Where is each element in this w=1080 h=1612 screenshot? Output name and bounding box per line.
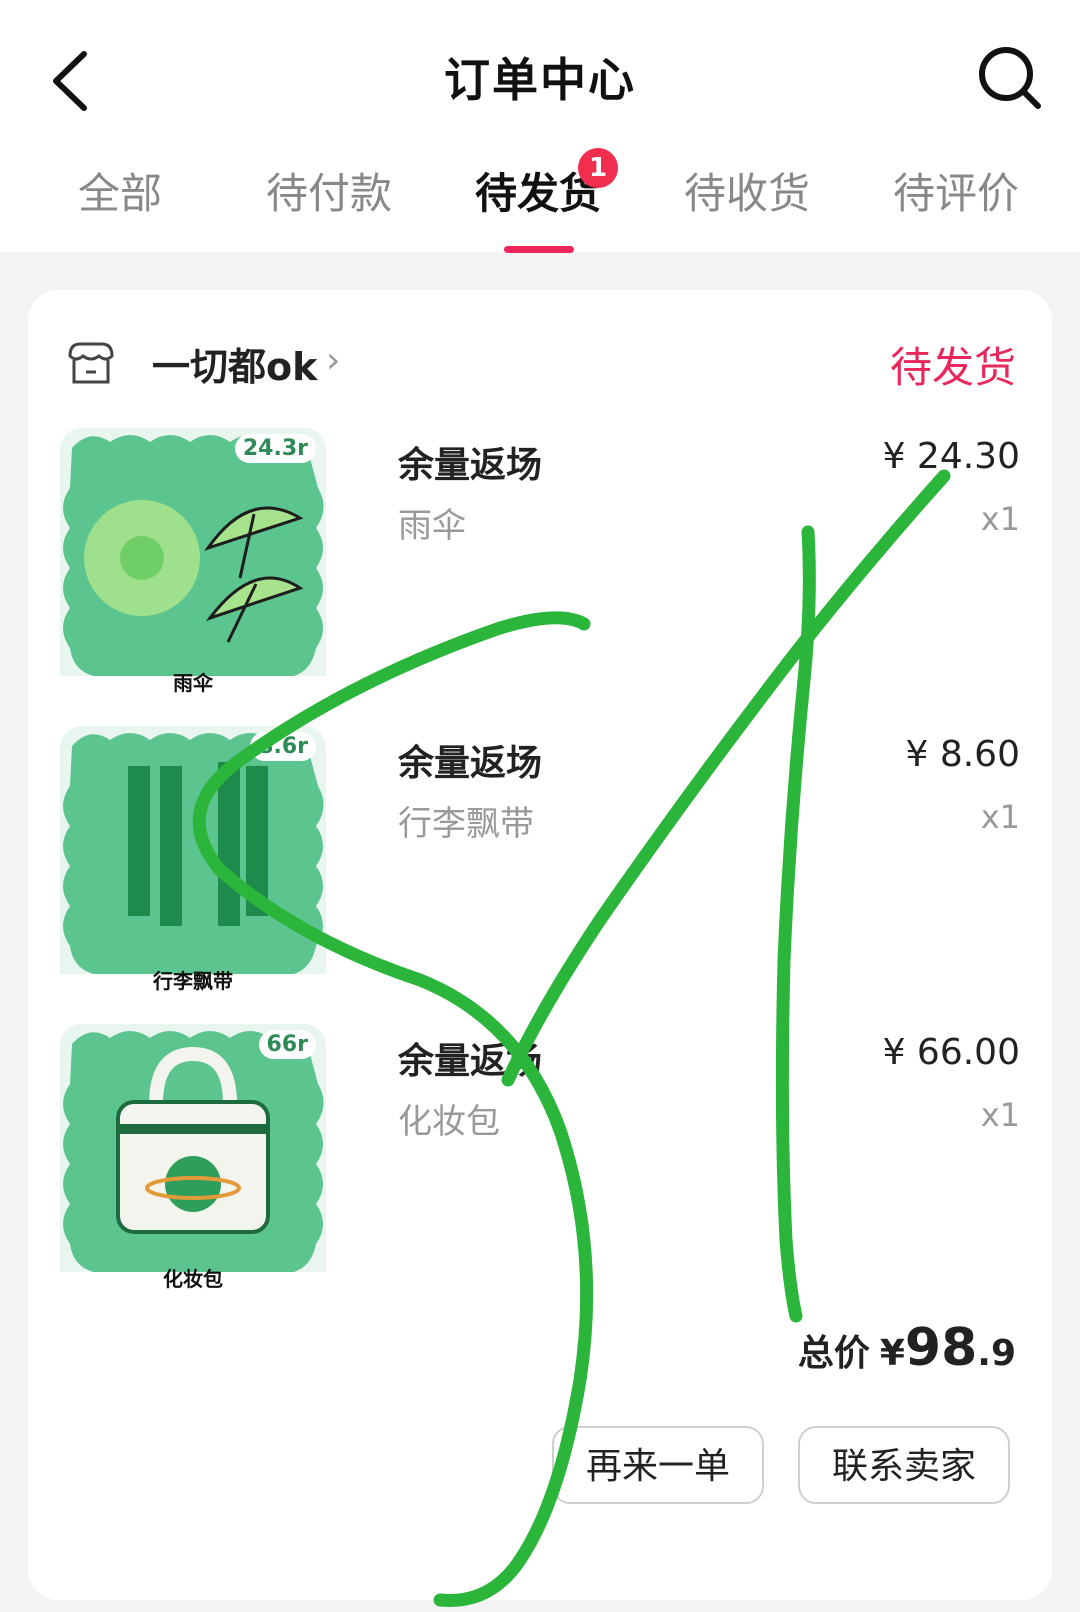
item-price: ¥ 24.30: [882, 436, 1020, 477]
thumb-price-tag: 66r: [258, 1030, 316, 1059]
tab-all[interactable]: 全部: [20, 160, 220, 221]
order-item[interactable]: 66r 化妆包 余量返场 化妆包 ¥ 66.00 x1: [60, 1024, 1020, 1294]
reorder-button[interactable]: 再来一单: [552, 1426, 764, 1504]
top-bar: 订单中心 全部 待付款 待发货 1 待收货 待评价: [0, 0, 1080, 252]
item-spec: 化妆包: [398, 1102, 500, 1142]
active-tab-indicator: [504, 246, 574, 253]
order-item[interactable]: 24.3r 雨伞 余量返场 雨伞 ¥ 24.30 x1: [60, 428, 1020, 698]
item-spec: 雨伞: [398, 506, 466, 546]
tab-pending-review[interactable]: 待评价: [856, 160, 1056, 221]
thumb-price-tag: 24.3r: [234, 434, 316, 463]
order-status: 待发货: [889, 343, 1016, 392]
product-thumbnail[interactable]: 24.3r 雨伞: [60, 428, 326, 698]
order-total: 总价 ¥98.9: [798, 1318, 1016, 1378]
thumb-price-tag: 8.6r: [250, 732, 316, 761]
contact-seller-button[interactable]: 联系卖家: [798, 1426, 1010, 1504]
store-icon: [68, 342, 114, 384]
total-label: 总价: [797, 1333, 870, 1374]
search-icon[interactable]: [976, 44, 1042, 110]
thumb-caption: 化妆包: [163, 1267, 223, 1291]
thumb-caption: 雨伞: [173, 671, 213, 695]
order-tabs: 全部 待付款 待发货 1 待收货 待评价: [0, 148, 1080, 230]
tab-pending-shipment[interactable]: 待发货 1: [438, 148, 638, 221]
chevron-right-icon[interactable]: ›: [326, 340, 340, 381]
tab-pending-receipt[interactable]: 待收货: [647, 160, 847, 221]
item-quantity: x1: [980, 500, 1020, 538]
item-quantity: x1: [980, 798, 1020, 836]
item-name: 余量返场: [398, 1041, 543, 1082]
total-decimal: .9: [977, 1333, 1016, 1374]
total-currency: ¥: [879, 1333, 905, 1374]
item-name: 余量返场: [398, 743, 543, 784]
product-thumbnail[interactable]: 66r 化妆包: [60, 1024, 326, 1294]
item-quantity: x1: [980, 1096, 1020, 1134]
tab-badge-count: 1: [578, 148, 618, 188]
item-price: ¥ 8.60: [905, 734, 1020, 775]
store-name[interactable]: 一切都ok: [152, 336, 317, 391]
tab-pending-payment[interactable]: 待付款: [229, 160, 429, 221]
product-thumbnail[interactable]: 8.6r 行李飘带: [60, 726, 326, 996]
item-name: 余量返场: [398, 445, 543, 486]
item-spec: 行李飘带: [398, 804, 534, 844]
item-price: ¥ 66.00: [882, 1032, 1020, 1073]
order-card[interactable]: 一切都ok › 待发货 24.3r 雨伞 余量返场 雨伞 ¥ 24.30 x1: [28, 290, 1052, 1600]
order-item[interactable]: 8.6r 行李飘带 余量返场 行李飘带 ¥ 8.60 x1: [60, 726, 1020, 996]
total-integer: 98: [904, 1318, 978, 1378]
page-title: 订单中心: [444, 53, 636, 107]
thumb-caption: 行李飘带: [153, 969, 233, 993]
